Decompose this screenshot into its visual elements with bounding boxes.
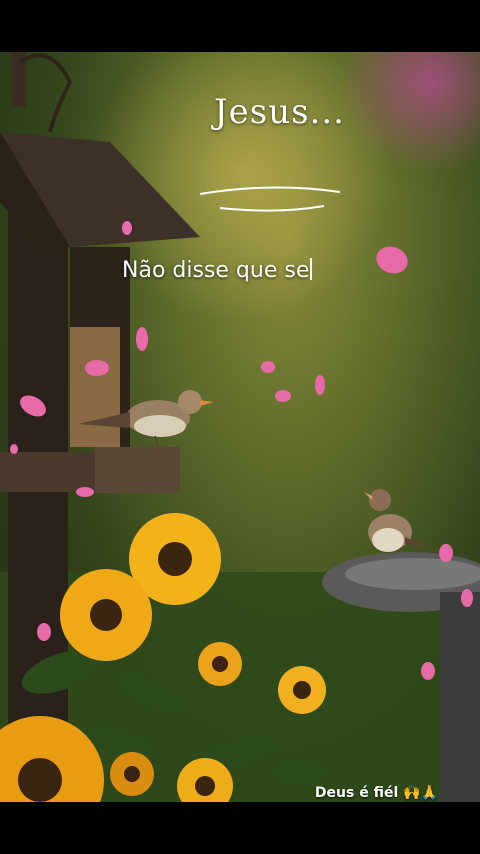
scene-illustration — [0, 52, 480, 802]
sunflower-6 — [110, 752, 154, 796]
footer-caption: Deus é fiél 🙌🙏 — [315, 785, 438, 801]
garden-scene — [0, 52, 480, 802]
sparrow-on-birdbath — [364, 489, 430, 552]
subtitle-text: Não disse que se — [122, 258, 313, 283]
top-letterbox — [0, 0, 480, 52]
bottom-letterbox — [0, 802, 480, 854]
subtitle-label: Não disse que se — [122, 258, 310, 283]
praying-hands-icon: 🙌🙏 — [403, 785, 438, 801]
sunflower-3 — [198, 642, 242, 686]
title-flourish — [199, 186, 341, 212]
typing-cursor — [310, 258, 313, 280]
title-text: Jesus... — [214, 92, 345, 132]
footer-text: Deus é fiél — [314, 785, 399, 801]
sunflower-2 — [60, 569, 152, 661]
sunflower-4 — [278, 666, 326, 714]
